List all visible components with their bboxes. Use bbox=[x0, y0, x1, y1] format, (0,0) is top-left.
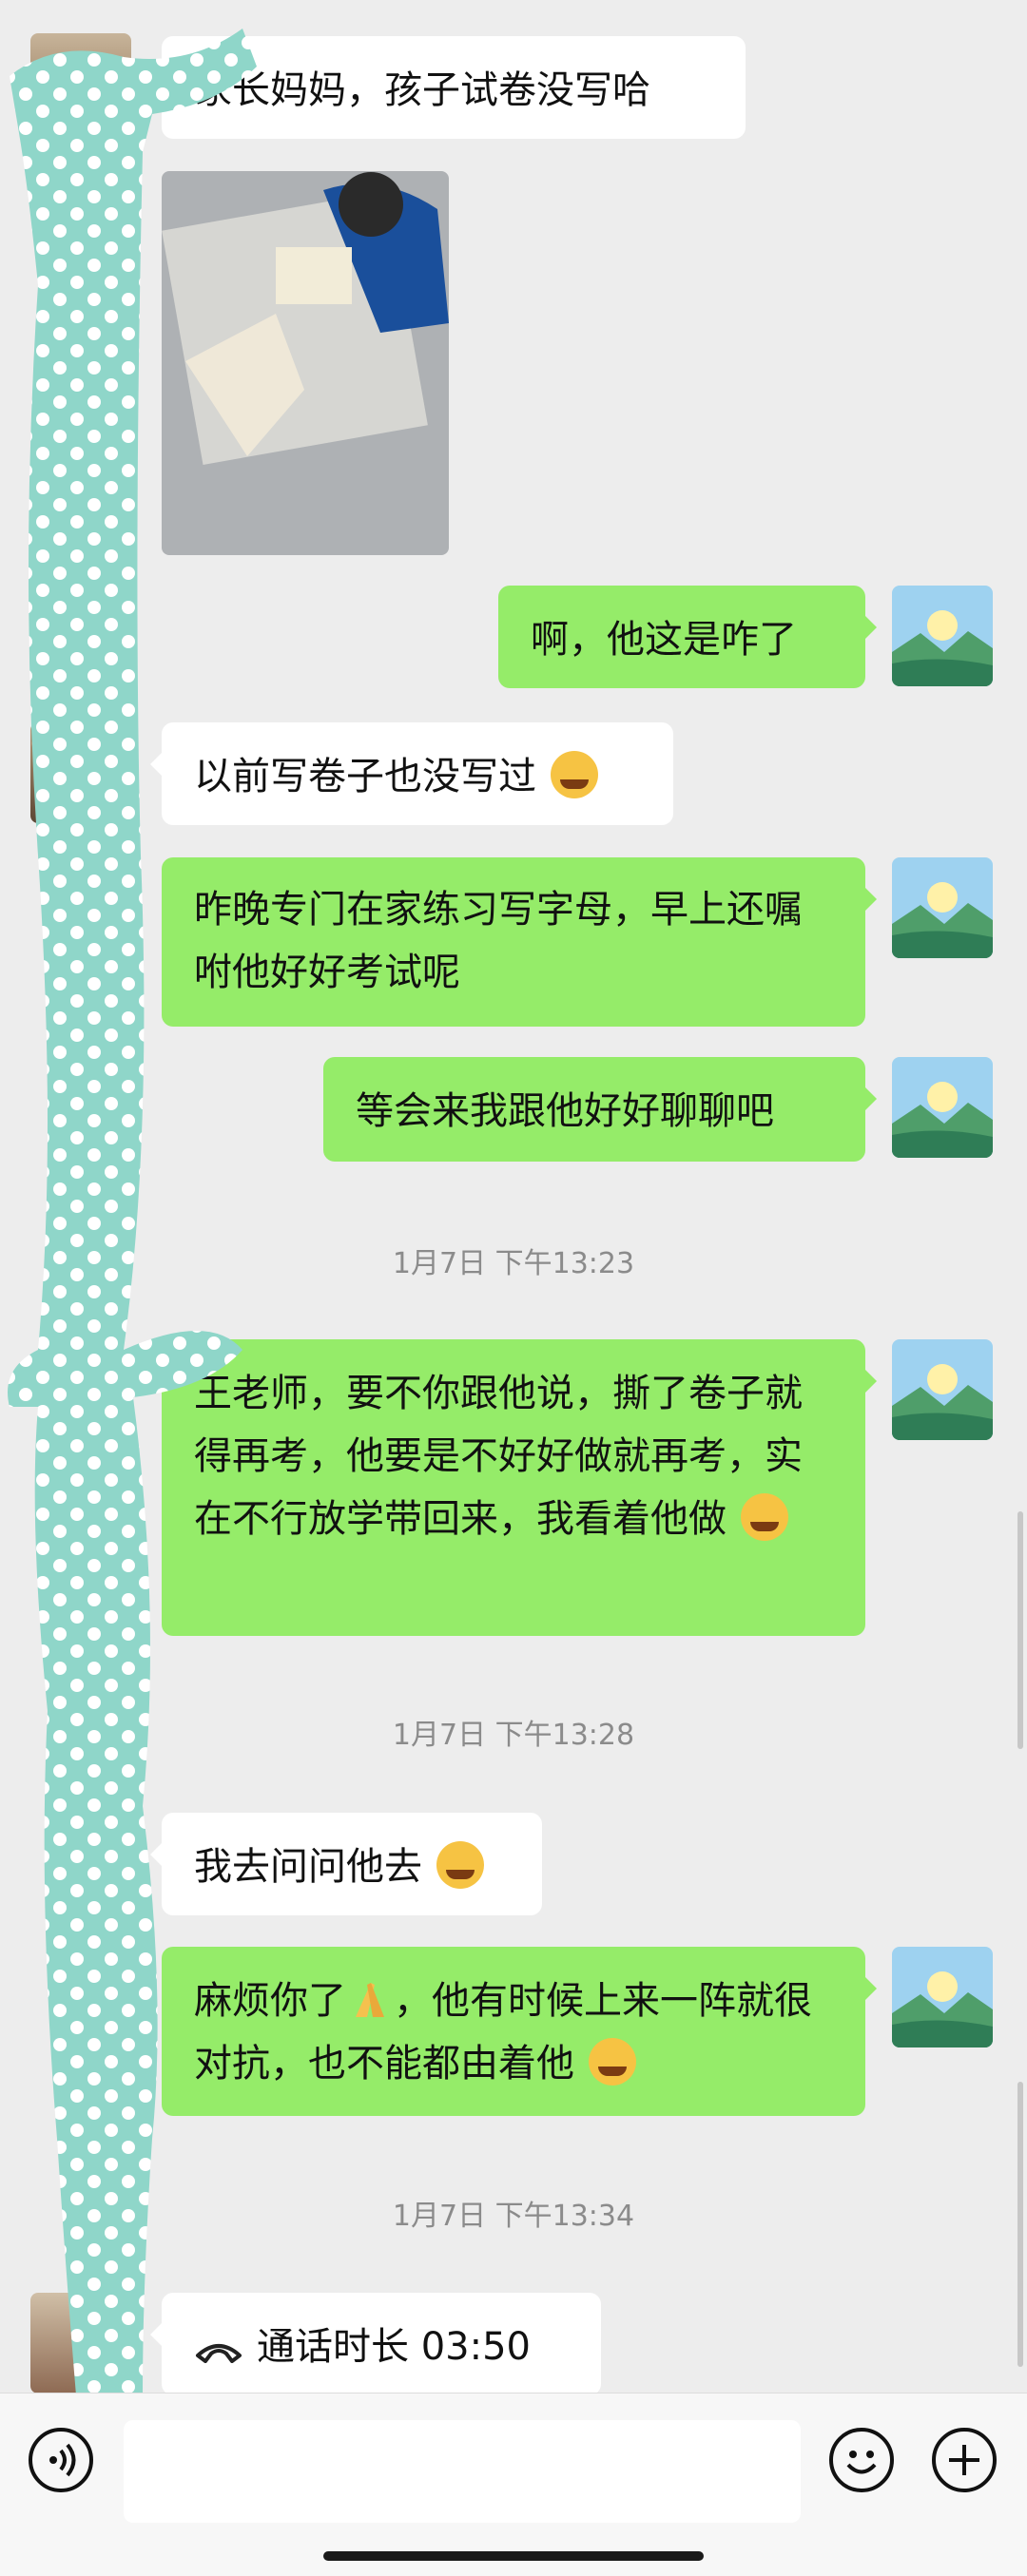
emoji-face-icon[interactable] bbox=[829, 2428, 894, 2492]
message-text: 王老师，要不你跟他说，撕了卷子就得再考，他要是不好好做就再考，实在不行放学带回来… bbox=[194, 1372, 803, 1541]
scrollbar[interactable] bbox=[1017, 1511, 1023, 1749]
outgoing-message[interactable]: 啊，他这是咋了 bbox=[498, 586, 877, 688]
praying-hands-emoji-icon bbox=[346, 1975, 394, 2023]
message-text: 啊，他这是咋了 bbox=[531, 618, 797, 662]
self-avatar[interactable] bbox=[892, 1339, 993, 1440]
home-indicator bbox=[323, 2551, 704, 2561]
self-avatar[interactable] bbox=[892, 1947, 993, 2047]
laugh-cry-emoji-icon bbox=[436, 1841, 484, 1889]
laugh-cry-emoji-icon bbox=[550, 751, 598, 798]
privacy-scribble-overlay bbox=[8, 29, 257, 2395]
message-text: 昨晚专门在家练习写字母，早上还嘱咐他好好考试呢 bbox=[194, 888, 803, 994]
self-avatar[interactable] bbox=[892, 857, 993, 958]
scrollbar[interactable] bbox=[1017, 2082, 1023, 2367]
laugh-cry-emoji-icon bbox=[588, 2038, 636, 2086]
voice-icon[interactable] bbox=[29, 2428, 93, 2492]
outgoing-message[interactable]: 等会来我跟他好好聊聊吧 bbox=[323, 1057, 877, 1162]
laugh-cry-emoji-icon bbox=[740, 1493, 788, 1541]
call-duration-text: 通话时长 03:50 bbox=[257, 2325, 531, 2369]
self-avatar[interactable] bbox=[892, 586, 993, 686]
self-avatar[interactable] bbox=[892, 1057, 993, 1158]
message-input[interactable] bbox=[124, 2420, 801, 2523]
chat-input-bar bbox=[0, 2393, 1027, 2576]
message-text: 等会来我跟他好好聊聊吧 bbox=[356, 1089, 774, 1133]
plus-icon[interactable] bbox=[932, 2428, 997, 2492]
